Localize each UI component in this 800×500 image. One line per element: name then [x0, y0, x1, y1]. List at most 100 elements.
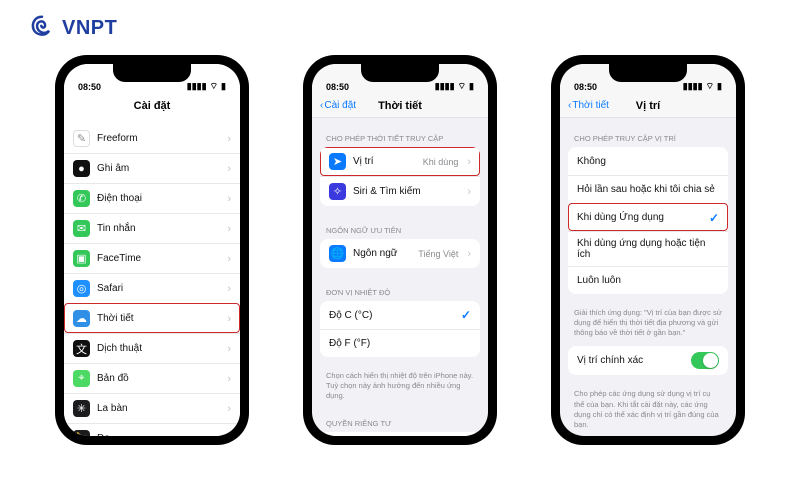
page-title: Thời tiết — [378, 100, 422, 112]
status-icons: ▮▮▮▮ ⌔ ▮ — [187, 81, 226, 92]
chevron-right-icon: › — [227, 283, 231, 295]
location-icon: ➤ — [329, 153, 346, 170]
settings-row-bản-đồ[interactable]: ⌖ Bản đồ › — [64, 363, 240, 393]
section-header-access: CHO PHÉP THỜI TIẾT TRUY CẬP — [312, 124, 488, 147]
app-icon: ▣ — [73, 250, 90, 267]
app-icon: ✉ — [73, 220, 90, 237]
chevron-right-icon: › — [227, 223, 231, 235]
chevron-left-icon: ‹ — [320, 100, 323, 111]
nav-bar: Cài đặt — [64, 94, 240, 118]
settings-row-đo[interactable]: 📏 Đo › — [64, 423, 240, 436]
status-bar: 08:50 ▮▮▮▮ ⌔ ▮ — [64, 64, 240, 94]
chevron-right-icon: › — [227, 403, 231, 415]
section-header-language: NGÔN NGỮ ƯU TIÊN — [312, 216, 488, 239]
page-title: Cài đặt — [134, 100, 171, 112]
unit-celsius-row[interactable]: Độ C (°C) ✓ — [320, 301, 480, 329]
status-icons: ▮▮▮▮ ⌔ ▮ — [683, 81, 722, 92]
chevron-right-icon: › — [467, 248, 471, 260]
status-time: 08:50 — [326, 82, 349, 92]
section-header-unit: ĐƠN VỊ NHIỆT ĐỘ — [312, 278, 488, 301]
settings-row-label: Dịch thuật — [97, 343, 218, 354]
settings-row-freeform[interactable]: ✎ Freeform › — [64, 124, 240, 153]
section-header-privacy: QUYỀN RIÊNG TƯ — [312, 409, 488, 432]
settings-row-label: FaceTime — [97, 253, 218, 264]
settings-row-label: Safari — [97, 283, 218, 294]
nav-bar: ‹ Cài đặt Thời tiết — [312, 94, 488, 118]
chevron-right-icon: › — [227, 253, 231, 265]
signal-icon: ▮▮▮▮ — [683, 81, 703, 92]
permission-option[interactable]: Luôn luôn — [568, 266, 728, 294]
app-icon: ✆ — [73, 190, 90, 207]
app-icon: 文 — [73, 340, 90, 357]
app-icon: ✳ — [73, 400, 90, 417]
precise-location-toggle[interactable] — [691, 352, 719, 369]
section-header-permission: CHO PHÉP TRUY CẬP VỊ TRÍ — [560, 124, 736, 147]
settings-row-label: Ghi âm — [97, 163, 218, 174]
settings-row-safari[interactable]: ◎ Safari › — [64, 273, 240, 303]
settings-row-điện-thoại[interactable]: ✆ Điện thoại › — [64, 183, 240, 213]
permission-explain: Giải thích ứng dụng: "Vị trí của bạn đượ… — [560, 304, 736, 346]
battery-icon: ▮ — [469, 81, 474, 92]
battery-icon: ▮ — [717, 81, 722, 92]
app-icon: ◎ — [73, 280, 90, 297]
settings-row-label: La bàn — [97, 403, 218, 414]
status-bar: 08:50 ▮▮▮▮ ⌔ ▮ — [312, 64, 488, 94]
permission-option[interactable]: Không — [568, 147, 728, 175]
permission-option[interactable]: Khi dùng ứng dụng hoặc tiện ích — [568, 231, 728, 266]
checkmark-icon: ✓ — [461, 308, 471, 322]
permission-option[interactable]: Khi dùng Ứng dụng✓ — [568, 203, 728, 231]
phone-location-permission: 08:50 ▮▮▮▮ ⌔ ▮ ‹ Thời tiết Vị trí CHO PH… — [551, 55, 745, 445]
reset-identifier-row[interactable]: Đặt lại mã định danh — [320, 432, 480, 436]
wifi-icon: ⌔ — [458, 81, 466, 92]
language-label: Ngôn ngữ — [353, 248, 411, 259]
app-icon: 📏 — [73, 430, 90, 436]
wifi-icon: ⌔ — [706, 81, 714, 92]
settings-row-ghi-âm[interactable]: ● Ghi âm › — [64, 153, 240, 183]
status-icons: ▮▮▮▮ ⌔ ▮ — [435, 81, 474, 92]
back-button[interactable]: ‹ Thời tiết — [568, 100, 609, 111]
wifi-icon: ⌔ — [210, 81, 218, 92]
settings-row-label: Tin nhắn — [97, 223, 218, 234]
language-row[interactable]: 🌐 Ngôn ngữ Tiếng Việt › — [320, 239, 480, 268]
settings-row-label: Điện thoại — [97, 193, 218, 204]
siri-search-row[interactable]: ✧Siri & Tìm kiếm› — [320, 176, 480, 206]
settings-row-dịch-thuật[interactable]: 文 Dịch thuật › — [64, 333, 240, 363]
location-row[interactable]: ➤Vị tríKhi dùng› — [320, 147, 480, 176]
settings-row-label: Đo — [97, 433, 218, 436]
phone-settings-list: 08:50 ▮▮▮▮ ⌔ ▮ Cài đặt ✎ Freeform › ● Ghi âm… — [55, 55, 249, 445]
page-title: Vị trí — [636, 100, 660, 112]
status-time: 08:50 — [574, 82, 597, 92]
app-icon: ✎ — [73, 130, 90, 147]
back-button[interactable]: ‹ Cài đặt — [320, 100, 356, 111]
status-time: 08:50 — [78, 82, 101, 92]
status-bar: 08:50 ▮▮▮▮ ⌔ ▮ — [560, 64, 736, 94]
precise-location-row[interactable]: Vị trí chính xác — [568, 346, 728, 375]
app-icon: ☁ — [73, 310, 90, 327]
settings-row-tin-nhắn[interactable]: ✉ Tin nhắn › — [64, 213, 240, 243]
unit-fahrenheit-row[interactable]: Độ F (°F) — [320, 329, 480, 357]
settings-row-la-bàn[interactable]: ✳ La bàn › — [64, 393, 240, 423]
chevron-right-icon: › — [227, 163, 231, 175]
chevron-right-icon: › — [227, 433, 231, 437]
settings-row-facetime[interactable]: ▣ FaceTime › — [64, 243, 240, 273]
app-icon: ● — [73, 160, 90, 177]
nav-bar: ‹ Thời tiết Vị trí — [560, 94, 736, 118]
signal-icon: ▮▮▮▮ — [187, 81, 207, 92]
chevron-right-icon: › — [227, 133, 231, 145]
chevron-right-icon: › — [227, 343, 231, 355]
chevron-left-icon: ‹ — [568, 100, 571, 111]
chevron-right-icon: › — [227, 373, 231, 385]
signal-icon: ▮▮▮▮ — [435, 81, 455, 92]
tutorial-stage: 08:50 ▮▮▮▮ ⌔ ▮ Cài đặt ✎ Freeform › ● Ghi âm… — [0, 0, 800, 500]
chevron-right-icon: › — [467, 156, 471, 168]
settings-row-label: Freeform — [97, 133, 218, 144]
phone-weather-settings: 08:50 ▮▮▮▮ ⌔ ▮ ‹ Cài đặt Thời tiết CHO P… — [303, 55, 497, 445]
settings-row-thời-tiết[interactable]: ☁Thời tiết› — [64, 303, 240, 333]
settings-row-label: Bản đồ — [97, 373, 218, 384]
unit-footer: Chọn cách hiển thị nhiệt độ trên iPhone … — [312, 367, 488, 409]
permission-option[interactable]: Hỏi lần sau hoặc khi tôi chia sẻ — [568, 175, 728, 203]
siri-icon: ✧ — [329, 183, 346, 200]
chevron-right-icon: › — [227, 193, 231, 205]
language-value: Tiếng Việt — [418, 249, 458, 259]
app-icon: ⌖ — [73, 370, 90, 387]
